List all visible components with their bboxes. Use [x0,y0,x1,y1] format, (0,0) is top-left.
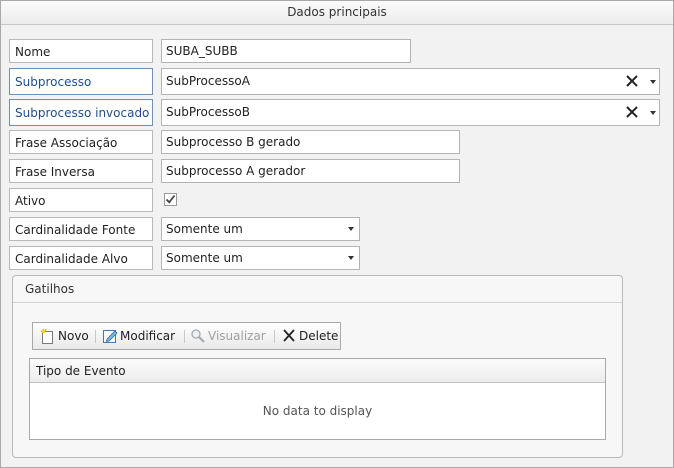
subprocesso-invocado-combo[interactable]: SubProcessoB [161,99,660,126]
subprocesso-chamador-label[interactable]: Subprocesso chamador [9,68,153,116]
edit-icon [103,330,118,343]
cardinalidade-alvo-select[interactable]: Somente um [161,246,360,270]
dropdown-arrow-icon[interactable] [650,80,656,84]
column-header-tipo-evento[interactable]: Tipo de Evento [30,359,605,383]
dropdown-arrow-icon[interactable] [348,227,354,231]
ativo-label: Ativo [9,188,153,212]
modificar-button[interactable]: Modificar [102,323,178,349]
gatilhos-title: Gatilhos [13,276,622,303]
clear-icon[interactable] [625,69,639,94]
toolbar-separator [274,330,275,343]
dropdown-arrow-icon[interactable] [650,111,656,115]
cardinalidade-alvo-value: Somente um [166,251,243,265]
cardinalidade-fonte-value: Somente um [166,222,243,236]
cardinalidade-fonte-label: Cardinalidade Fonte [9,217,153,241]
view-icon [191,329,205,343]
delete-icon [283,329,295,342]
modificar-label: Modificar [120,329,176,343]
nome-input[interactable]: SUBA_SUBB [161,39,411,63]
ativo-checkbox[interactable] [164,193,177,206]
subprocesso-chamador-value: SubProcessoA [166,74,250,88]
gatilhos-toolbar: Novo Modificar Visualizar Delete [32,322,341,350]
dropdown-arrow-icon[interactable] [348,256,354,260]
main-panel: Dados principais Nome SUBA_SUBB Subproce… [0,0,674,468]
section-title: Dados principais [1,1,673,25]
gatilhos-grid: Tipo de Evento No data to display [29,358,606,440]
checkmark-icon [165,194,176,204]
frase-associacao-input[interactable]: Subprocesso B gerado [161,130,460,154]
empty-message: No data to display [262,404,373,418]
subprocesso-invocado-label[interactable]: Subprocesso invocado [9,99,153,126]
frase-inversa-label: Frase Inversa [9,159,153,183]
subprocesso-chamador-combo[interactable]: SubProcessoA [161,68,660,95]
subprocesso-invocado-value: SubProcessoB [166,105,250,119]
visualizar-label: Visualizar [208,329,266,343]
delete-label: Delete [299,329,339,343]
delete-button[interactable]: Delete [281,323,339,349]
novo-button[interactable]: Novo [40,323,90,349]
toolbar-separator [184,330,185,343]
gatilhos-group: Gatilhos Novo Modificar Visualizar Delet… [12,275,623,458]
toolbar-separator [95,330,96,343]
cardinalidade-fonte-select[interactable]: Somente um [161,217,360,241]
new-icon [40,328,53,344]
frase-associacao-label: Frase Associação [9,130,153,154]
visualizar-button[interactable]: Visualizar [190,323,270,349]
nome-label: Nome [9,39,153,63]
frase-inversa-input[interactable]: Subprocesso A gerador [161,159,460,183]
novo-label: Novo [58,329,89,343]
cardinalidade-alvo-label: Cardinalidade Alvo [9,246,153,270]
clear-icon[interactable] [625,100,639,125]
